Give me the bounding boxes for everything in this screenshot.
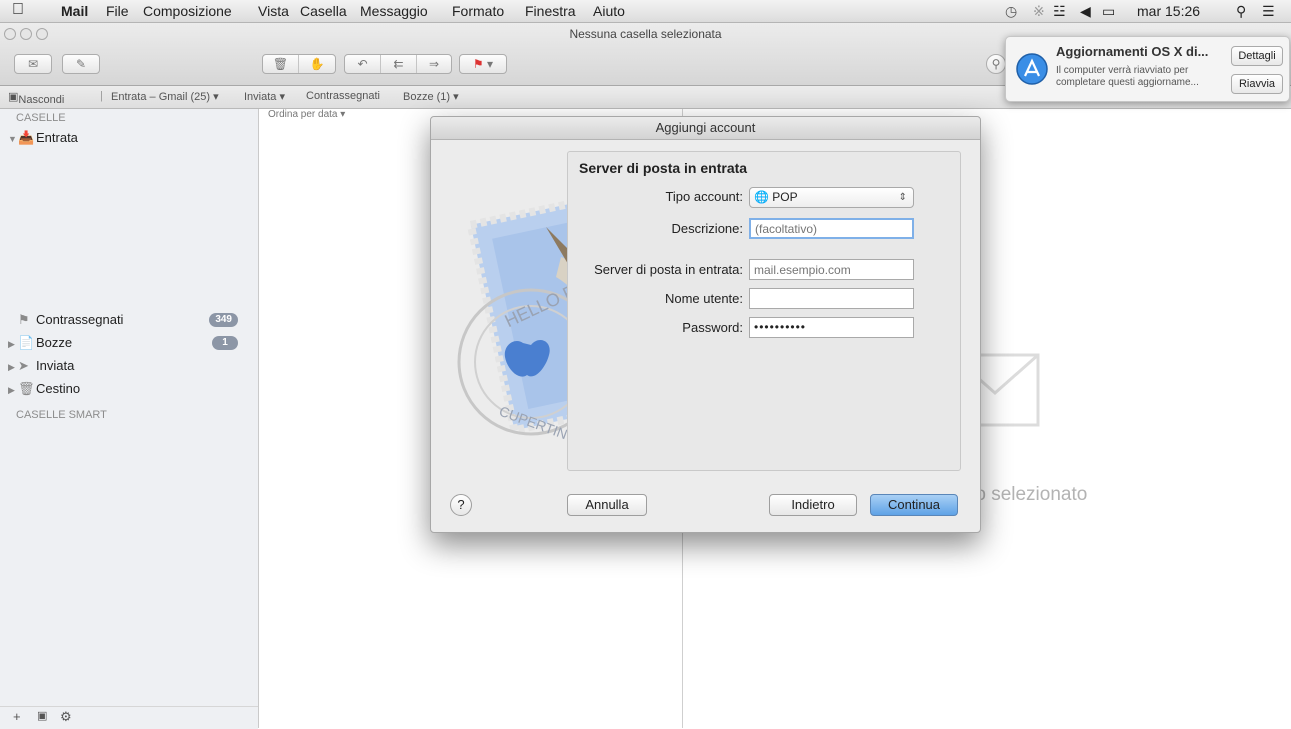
incoming-server-label: Server di posta in entrata: (594, 262, 743, 277)
sidebar-bottom-bar: + ▣ ⚙ (0, 706, 258, 729)
search-icon[interactable]: ⚲ (986, 54, 1006, 74)
gear-icon[interactable]: ⚙ (60, 709, 72, 725)
envelope-icon: ✉ (27, 57, 39, 71)
flag-icon: ⚑ (472, 57, 484, 71)
activity-icon[interactable]: ▣ (37, 709, 47, 722)
continue-button[interactable]: Continua (870, 494, 958, 516)
disclosure-closed-icon[interactable]: ▶ (8, 358, 18, 376)
inbox-icon: 📥 (18, 130, 35, 145)
menu-messaggio[interactable]: Messaggio (360, 3, 428, 19)
drafts-icon: 📄 (18, 335, 35, 350)
disclosure-closed-icon[interactable]: ▶ (8, 335, 18, 353)
section-title: Server di posta in entrata (579, 160, 748, 176)
drafts-count-badge: 1 (212, 336, 238, 350)
menu-aiuto[interactable]: Aiuto (593, 3, 625, 19)
chevron-down-icon: ▾ (487, 57, 494, 71)
sidebar-item-trash[interactable]: ▶ 🗑Cestino (8, 380, 248, 398)
app-store-icon (1016, 53, 1048, 85)
wifi-icon[interactable]: ☳ (1053, 3, 1066, 20)
notification-title: Aggiornamenti OS X di... (1056, 44, 1209, 59)
fav-sent[interactable]: Inviata ▾ (244, 90, 285, 103)
spotlight-icon[interactable]: ⚲ (1236, 3, 1246, 20)
reply-all-icon[interactable]: ⇇ (381, 55, 417, 73)
back-button[interactable]: Indietro (769, 494, 857, 516)
sidebar: CASELLE ▼📥 Entrata ⚑ Contrassegnati 349 ▶ 📄… (0, 109, 259, 728)
delete-junk-group: 🗑 ✋ (262, 54, 336, 74)
clock[interactable]: mar 15:26 (1137, 3, 1200, 19)
menu-app-name[interactable]: Mail (61, 3, 88, 19)
menu-casella[interactable]: Casella (300, 3, 347, 19)
forward-icon[interactable]: ⇒ (417, 55, 451, 73)
add-icon[interactable]: + (13, 709, 21, 724)
sort-by-date[interactable]: Ordina per data ▾ (268, 109, 345, 120)
sidebar-item-drafts[interactable]: ▶ 📄 Bozze 1 (8, 334, 248, 352)
add-account-dialog: Aggiungi account HELLO FR CUPERTINO Serv… (430, 116, 981, 533)
sidebar-item-inbox[interactable]: ▼📥 Entrata (8, 129, 248, 147)
password-label: Password: (682, 320, 743, 335)
username-field[interactable] (749, 288, 914, 309)
cancel-button[interactable]: Annulla (567, 494, 647, 516)
time-machine-icon[interactable]: ◷ (1005, 3, 1017, 20)
apple-menu-icon[interactable]:  (12, 1, 24, 19)
disclosure-closed-icon[interactable]: ▶ (8, 381, 18, 399)
menu-bar:  Mail File Composizione Vista Casella M… (0, 0, 1291, 23)
password-field[interactable]: •••••••••• (749, 317, 914, 338)
get-mail-button[interactable]: ✉ (14, 54, 52, 74)
reply-group: ↶ ⇇ ⇒ (344, 54, 452, 74)
notification-center-icon[interactable]: ☰ (1262, 3, 1275, 20)
description-label: Descrizione: (671, 221, 743, 236)
hide-mailboxes-button[interactable]: ▣ Nascondi (8, 90, 64, 106)
flagged-count-badge: 349 (209, 313, 238, 327)
smart-mailboxes-header[interactable]: CASELLE SMART (16, 409, 107, 421)
username-label: Nome utente: (664, 291, 743, 306)
mailboxes-header: CASELLE (16, 112, 66, 124)
menu-formato[interactable]: Formato (452, 3, 504, 19)
bluetooth-icon[interactable]: ※ (1033, 3, 1045, 20)
dialog-title: Aggiungi account (431, 117, 980, 140)
trash-icon: 🗑 (18, 381, 35, 396)
globe-icon: 🌐 (754, 190, 769, 204)
sidebar-item-sent[interactable]: ▶ ➤ Inviata (8, 357, 248, 375)
sent-icon: ➤ (18, 358, 29, 373)
favorites-divider: | (100, 90, 103, 102)
flag-icon: ⚑ (18, 312, 30, 327)
junk-icon[interactable]: ✋ (299, 55, 335, 73)
battery-icon[interactable]: ▭ (1102, 3, 1115, 20)
stepper-icon: ⇕ (898, 192, 907, 203)
help-button[interactable]: ? (450, 494, 472, 516)
flag-button[interactable]: ⚑ ▾ (459, 54, 507, 74)
details-button[interactable]: Dettagli (1231, 46, 1283, 66)
menu-finestra[interactable]: Finestra (525, 3, 576, 19)
incoming-server-field[interactable] (749, 259, 914, 280)
menu-file[interactable]: File (106, 3, 129, 19)
reply-icon[interactable]: ↶ (345, 55, 381, 73)
account-type-label: Tipo account: (665, 189, 743, 204)
compose-icon: ✎ (75, 57, 87, 71)
trash-icon[interactable]: 🗑 (263, 55, 299, 73)
compose-button[interactable]: ✎ (62, 54, 100, 74)
notification-body: Il computer verrà riavviato per completa… (1056, 65, 1199, 88)
sidebar-item-flagged[interactable]: ⚑ Contrassegnati 349 (8, 311, 248, 329)
description-field[interactable] (749, 218, 914, 239)
fav-flagged[interactable]: Contrassegnati (306, 90, 380, 102)
menu-vista[interactable]: Vista (258, 3, 289, 19)
fav-drafts[interactable]: Bozze (1) ▾ (403, 90, 459, 103)
volume-icon[interactable]: ◀ (1080, 3, 1091, 20)
fav-inbox[interactable]: Entrata – Gmail (25) ▾ (111, 90, 219, 103)
restart-button[interactable]: Riavvia (1231, 74, 1283, 94)
menu-composizione[interactable]: Composizione (143, 3, 232, 19)
account-type-select[interactable]: 🌐 POP ⇕ (749, 187, 914, 208)
update-notification[interactable]: Aggiornamenti OS X di... Il computer ver… (1005, 36, 1290, 102)
disclosure-open-icon[interactable]: ▼ (8, 130, 18, 148)
